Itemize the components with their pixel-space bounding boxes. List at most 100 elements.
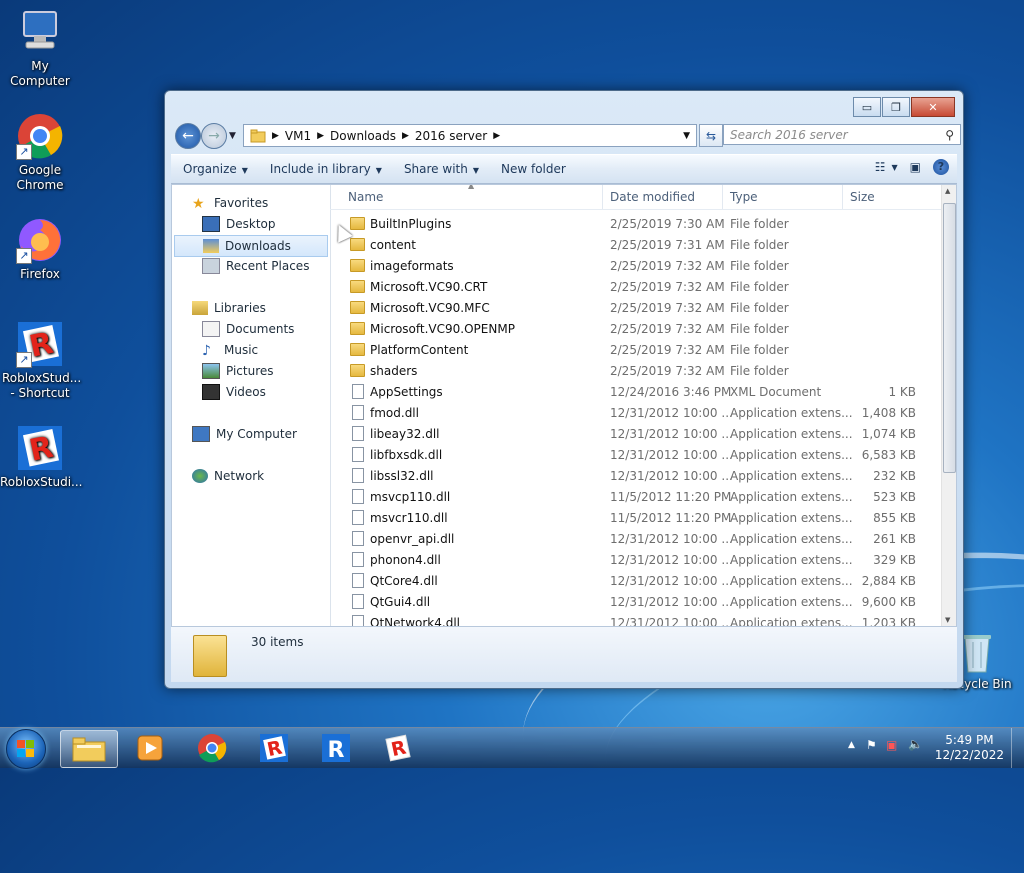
desktop-icon-google-chrome[interactable]: ↗ Google Chrome [0,112,80,193]
nav-label: Videos [226,385,266,399]
table-row[interactable]: Microsoft.VC90.MFC 2/25/2019 7:32 AM File … [330,298,942,319]
nav-videos[interactable]: Videos [202,382,266,402]
search-placeholder: Search 2016 server [730,127,848,142]
address-bar[interactable]: ▶ VM1 ▶ Downloads ▶ 2016 server ▶ ▼ [243,124,697,147]
volume-icon[interactable]: 🔈 [908,737,923,751]
action-center-flag-icon[interactable]: ⚑ [866,738,877,752]
file-name: msvcp110.dll [370,490,451,504]
table-row[interactable]: imageformats 2/25/2019 7:32 AM File folder [330,256,942,277]
column-size[interactable]: Size [850,190,875,204]
back-button[interactable]: ← [175,123,201,149]
maximize-button[interactable]: ❐ [882,97,910,117]
taskbar-roblox-studio-1[interactable]: R [246,730,302,766]
table-row[interactable]: msvcr110.dll 11/5/2012 11:20 PM Applicatio… [330,508,942,529]
column-divider[interactable] [842,185,843,209]
start-button[interactable] [6,729,46,769]
table-row[interactable]: libssl32.dll 12/31/2012 10:00 ... Applicat… [330,466,942,487]
taskbar-media-player[interactable] [122,730,178,766]
taskbar-explorer[interactable] [60,730,118,768]
address-dropdown-icon[interactable]: ▼ [683,131,690,141]
forward-button[interactable]: → [201,123,227,149]
breadcrumb-2016-server[interactable]: 2016 server [415,129,487,143]
taskbar-roblox-studio-2[interactable]: R [308,730,364,766]
desktop-icon-roblox-studio-shortcut[interactable]: R ↗ RobloxStud... - Shortcut [0,320,81,401]
nav-recent-places[interactable]: Recent Places [202,256,309,276]
column-date-modified[interactable]: Date modified [610,190,695,204]
breadcrumb-separator-icon[interactable]: ▶ [402,131,409,141]
share-with-label: Share with [403,162,468,176]
share-with-button[interactable]: Share with ▼ [404,162,479,176]
minimize-button[interactable]: ▭ [853,97,881,117]
table-row[interactable]: shaders 2/25/2019 7:32 AM File folder [330,361,942,382]
nav-libraries[interactable]: Libraries [192,298,266,318]
column-type[interactable]: Type [730,190,758,204]
breadcrumb-downloads[interactable]: Downloads [330,129,396,143]
table-row[interactable]: content 2/25/2019 7:31 AM File folder [330,235,942,256]
breadcrumb-separator-icon[interactable]: ▶ [493,131,500,141]
nav-pictures[interactable]: Pictures [202,361,274,381]
column-divider[interactable] [722,185,723,209]
preview-pane-icon[interactable]: ▣ [910,160,921,174]
table-row[interactable]: Microsoft.VC90.OPENMP 2/25/2019 7:32 AM Fi… [330,319,942,340]
table-row[interactable]: libeay32.dll 12/31/2012 10:00 ... Applicat… [330,424,942,445]
table-row[interactable]: Microsoft.VC90.CRT 2/25/2019 7:32 AM File … [330,277,942,298]
scroll-down-icon[interactable]: ▼ [945,616,950,624]
recent-pages-dropdown[interactable]: ▼ [229,131,236,141]
table-row[interactable]: PlatformContent 2/25/2019 7:32 AM File fol… [330,340,942,361]
taskbar-roblox-player[interactable]: R [370,730,426,766]
file-type: File folder [730,280,789,294]
refresh-button[interactable]: ⇆ [699,124,723,147]
nav-my-computer[interactable]: My Computer [192,424,297,444]
chevron-down-icon: ▼ [472,166,479,175]
table-row[interactable]: msvcp110.dll 11/5/2012 11:20 PM Applicatio… [330,487,942,508]
help-icon[interactable]: ? [933,159,949,175]
new-folder-button[interactable]: New folder [501,162,566,176]
nav-favorites[interactable]: ★ Favorites [192,193,268,213]
table-row[interactable]: phonon4.dll 12/31/2012 10:00 ... Applicati… [330,550,942,571]
table-row[interactable]: QtGui4.dll 12/31/2012 10:00 ... Applicatio… [330,592,942,613]
scroll-up-icon[interactable]: ▲ [945,187,950,195]
column-name[interactable]: Name [348,190,383,204]
file-name: shaders [370,364,418,378]
nav-documents[interactable]: Documents [202,319,294,339]
desktop-icon-roblox-studio[interactable]: R RobloxStudi... [0,424,83,490]
table-row[interactable]: fmod.dll 12/31/2012 10:00 ... Application … [330,403,942,424]
clock[interactable]: 5:49 PM 12/22/2022 [935,733,1004,763]
scrollbar-thumb[interactable] [943,203,956,473]
shortcut-arrow-icon: ↗ [16,248,32,264]
breadcrumb-separator-icon[interactable]: ▶ [272,131,279,141]
chevron-down-icon[interactable]: ▼ [892,163,898,172]
desktop-icon-my-computer[interactable]: My Computer [0,8,80,89]
close-button[interactable]: ✕ [911,97,955,117]
roblox-studio-icon: R [260,734,288,762]
vertical-scrollbar[interactable]: ▲ ▼ [941,185,956,626]
taskbar-chrome[interactable] [184,730,240,766]
desktop-icon-firefox[interactable]: ↗ Firefox [0,216,80,282]
table-row[interactable]: libfbxsdk.dll 12/31/2012 10:00 ... Applica… [330,445,942,466]
breadcrumb-vm1[interactable]: VM1 [285,129,311,143]
nav-music[interactable]: ♪ Music [202,340,258,360]
show-desktop-button[interactable] [1011,728,1024,768]
search-input[interactable]: Search 2016 server ⚲ [723,124,961,145]
show-hidden-icons-icon[interactable]: ▲ [848,740,855,750]
search-icon[interactable]: ⚲ [945,128,954,142]
include-in-library-button[interactable]: Include in library ▼ [270,162,382,176]
network-disconnected-icon[interactable]: ▣ [886,738,897,752]
organize-button[interactable]: Organize ▼ [183,162,248,176]
table-row[interactable]: BuiltInPlugins 2/25/2019 7:30 AM File fold… [330,214,942,235]
sort-ascending-icon: ▲ [468,184,475,190]
nav-network[interactable]: Network [192,466,264,486]
explorer-window[interactable]: ▭ ❐ ✕ ← → ▼ ▶ VM1 ▶ Downloads ▶ 2016 ser… [164,90,964,689]
nav-desktop[interactable]: Desktop [202,214,276,234]
file-date: 2/25/2019 7:32 AM [610,301,725,315]
view-options-icon[interactable]: ☷ [875,160,886,174]
table-row[interactable]: QtCore4.dll 12/31/2012 10:00 ... Applicati… [330,571,942,592]
table-row[interactable]: AppSettings 12/24/2016 3:46 PM XML Documen… [330,382,942,403]
nav-downloads[interactable]: Downloads [174,235,328,257]
column-divider[interactable] [602,185,603,209]
table-row[interactable]: openvr_api.dll 12/31/2012 10:00 ... Applic… [330,529,942,550]
breadcrumb-separator-icon[interactable]: ▶ [317,131,324,141]
table-row[interactable]: QtNetwork4.dll 12/31/2012 10:00 ... Applic… [330,613,942,626]
clock-time: 5:49 PM [945,733,994,747]
folder-icon [350,322,365,335]
